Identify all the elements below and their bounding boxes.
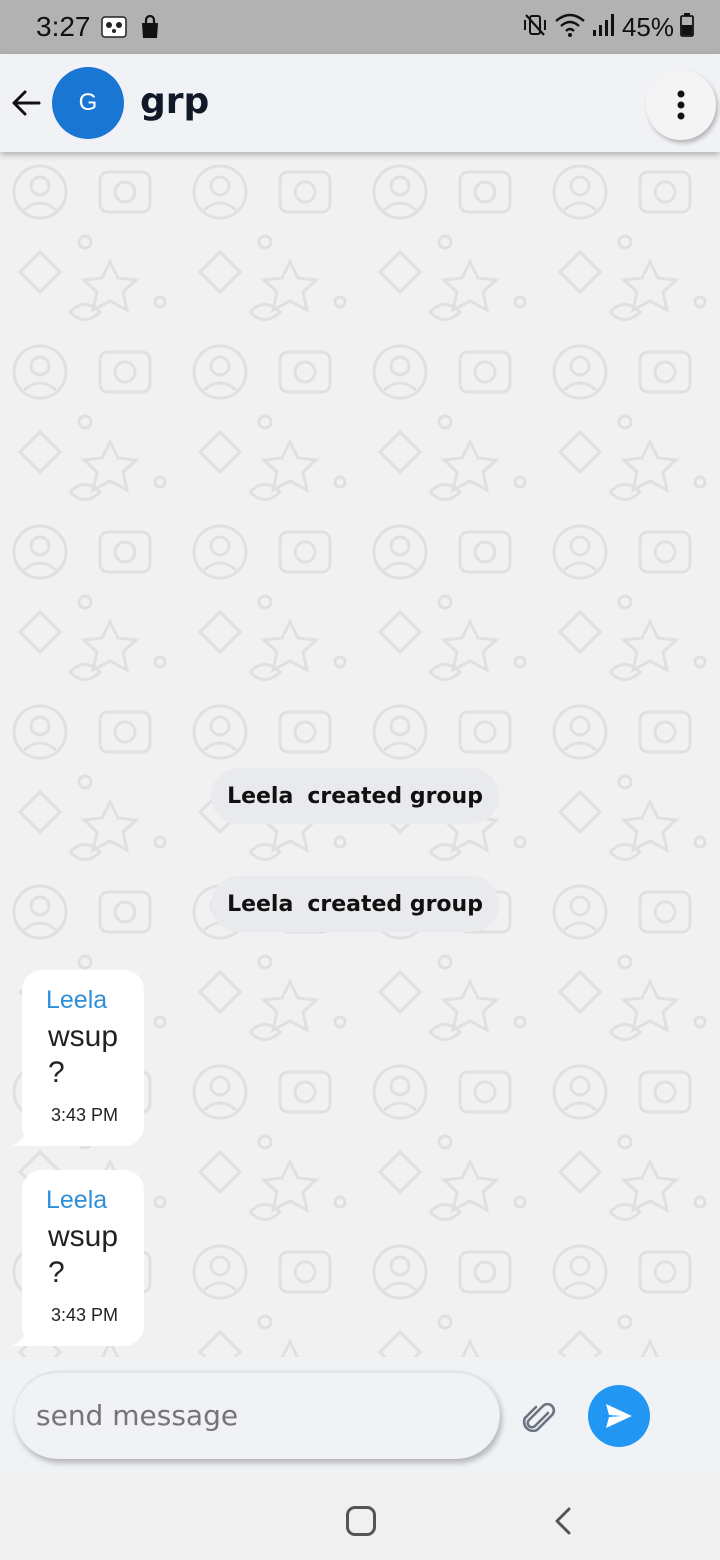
panda-notification-icon [100, 15, 127, 39]
bubble-tail [12, 1324, 42, 1346]
message-time: 3:43 PM [51, 1105, 119, 1125]
system-message-sender: Leela [227, 783, 294, 809]
more-vert-icon [677, 90, 685, 120]
status-bar: 3:27 45% [0, 0, 720, 54]
signal-icon [592, 12, 616, 42]
message-sender: Leela [46, 986, 108, 1014]
send-button[interactable] [588, 1385, 650, 1447]
vibrate-mute-icon [522, 12, 548, 42]
system-nav-bar [0, 1474, 720, 1560]
back-icon[interactable] [548, 1504, 578, 1538]
avatar[interactable]: G [52, 67, 124, 139]
attach-button[interactable] [518, 1397, 562, 1441]
paperclip-icon [522, 1402, 556, 1433]
home-icon[interactable] [346, 1506, 376, 1536]
message-bubble[interactable]: Leela wsup ? 3:43 PM [12, 970, 144, 1146]
back-arrow-icon [12, 90, 41, 116]
bubble-tail [12, 1124, 42, 1146]
status-time: 3:27 [36, 11, 91, 42]
battery-icon [680, 13, 694, 41]
battery-percent: 45% [621, 11, 674, 42]
shopping-bag-icon [137, 15, 163, 39]
send-icon [606, 1404, 632, 1428]
system-message-text: created group [307, 783, 483, 809]
system-message: Leela created group [211, 768, 499, 824]
chat-header: G grp [0, 54, 720, 152]
system-message-text: created group [307, 891, 483, 917]
status-indicators: 45% [522, 12, 694, 43]
back-button[interactable] [4, 81, 48, 125]
wifi-icon [554, 12, 586, 42]
more-options-button[interactable] [646, 70, 716, 140]
chat-area[interactable]: Leela created group Leela created group … [0, 152, 720, 1357]
message-time: 3:43 PM [51, 1305, 119, 1325]
message-input[interactable] [14, 1371, 500, 1459]
message-text: wsup ? [48, 1020, 119, 1089]
system-message: Leela created group [211, 876, 499, 932]
chat-title[interactable]: grp [140, 81, 209, 122]
message-bubble[interactable]: Leela wsup ? 3:43 PM [12, 1170, 144, 1346]
message-text: wsup ? [48, 1220, 119, 1289]
message-sender: Leela [46, 1186, 108, 1214]
system-message-sender: Leela [227, 891, 294, 917]
message-composer [0, 1357, 720, 1474]
